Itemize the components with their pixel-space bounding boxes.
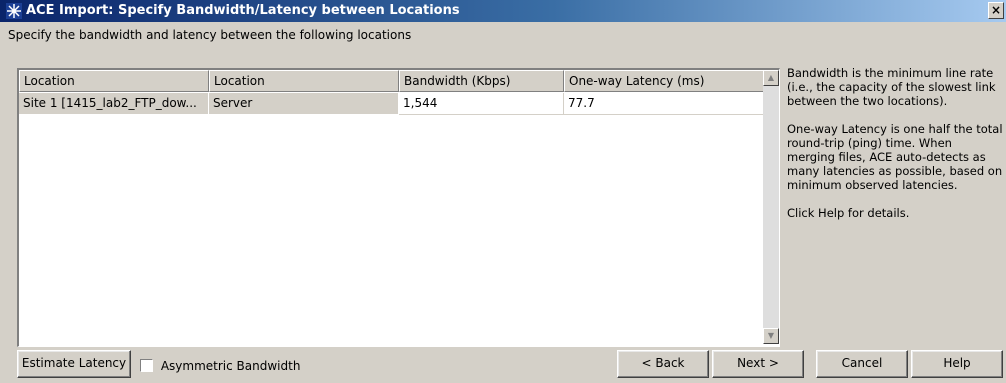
title-bar[interactable]: ACE Import: Specify Bandwidth/Latency be… bbox=[0, 0, 1006, 22]
column-header-latency[interactable]: One-way Latency (ms) bbox=[564, 70, 764, 92]
close-button[interactable]: × bbox=[988, 2, 1004, 19]
scroll-up-arrow-icon[interactable]: ▲ bbox=[763, 70, 779, 86]
column-header-location-1[interactable]: Location bbox=[19, 70, 209, 92]
cell-location-1: Site 1 [1415_lab2_FTP_dow... bbox=[19, 93, 209, 115]
cell-location-2: Server bbox=[209, 93, 399, 115]
help-panel: Bandwidth is the minimum line rate (i.e.… bbox=[787, 66, 1003, 234]
back-button[interactable]: < Back bbox=[617, 350, 709, 378]
column-header-location-2[interactable]: Location bbox=[209, 70, 399, 92]
help-button[interactable]: Help bbox=[911, 350, 1003, 378]
ace-star-icon bbox=[6, 3, 22, 19]
bandwidth-latency-grid: Location Location Bandwidth (Kbps) One-w… bbox=[17, 68, 780, 347]
asymmetric-bandwidth-label[interactable]: Asymmetric Bandwidth bbox=[161, 359, 301, 373]
help-details-text: Click Help for details. bbox=[787, 206, 910, 220]
grid-header: Location Location Bandwidth (Kbps) One-w… bbox=[19, 70, 764, 92]
cell-bandwidth[interactable]: 1,544 bbox=[399, 93, 564, 115]
scroll-down-arrow-icon[interactable]: ▼ bbox=[763, 328, 779, 344]
instruction-text: Specify the bandwidth and latency betwee… bbox=[8, 28, 412, 42]
cancel-button[interactable]: Cancel bbox=[816, 350, 908, 378]
window-title: ACE Import: Specify Bandwidth/Latency be… bbox=[26, 3, 460, 18]
dialog-window: ACE Import: Specify Bandwidth/Latency be… bbox=[0, 0, 1006, 383]
cell-latency[interactable]: 77.7 bbox=[564, 93, 764, 115]
asymmetric-bandwidth-option[interactable]: Asymmetric Bandwidth bbox=[140, 358, 300, 376]
button-bar: Estimate Latency Asymmetric Bandwidth < … bbox=[0, 350, 1006, 383]
asymmetric-bandwidth-checkbox[interactable] bbox=[140, 359, 153, 372]
column-header-bandwidth[interactable]: Bandwidth (Kbps) bbox=[399, 70, 564, 92]
help-bandwidth-text: Bandwidth is the minimum line rate (i.e.… bbox=[787, 66, 996, 108]
help-latency-text: One-way Latency is one half the total ro… bbox=[787, 122, 1003, 192]
estimate-latency-button[interactable]: Estimate Latency bbox=[17, 350, 131, 378]
vertical-scrollbar[interactable]: ▲ ▼ bbox=[763, 70, 779, 344]
next-button[interactable]: Next > bbox=[712, 350, 804, 378]
table-row[interactable]: Site 1 [1415_lab2_FTP_dow... Server 1,54… bbox=[19, 93, 764, 115]
